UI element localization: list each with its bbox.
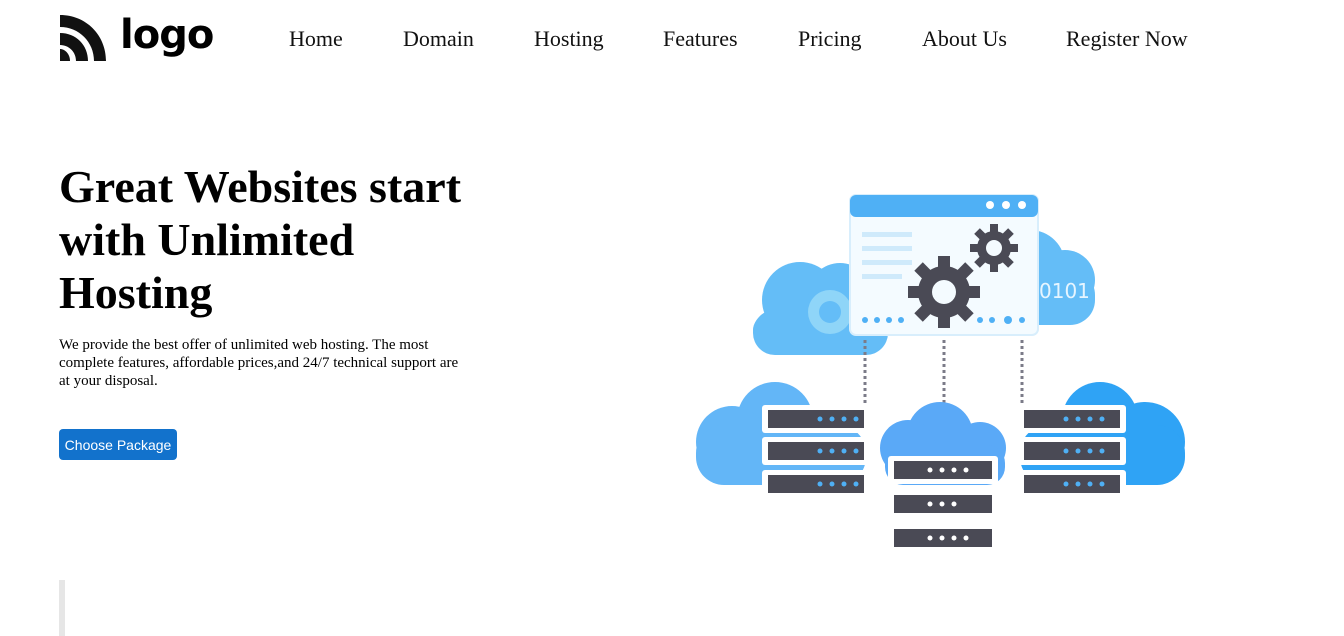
hero-description: We provide the best offer of unlimited w… bbox=[59, 337, 459, 389]
cloud-server-icon bbox=[1018, 382, 1185, 498]
hero-title: Great Websites start with Unlimited Host… bbox=[59, 161, 462, 318]
main-nav: Home Domain Hosting Features Pricing Abo… bbox=[0, 26, 1344, 54]
section-divider bbox=[59, 580, 65, 636]
nav-link-home[interactable]: Home bbox=[289, 26, 343, 52]
connector-lines bbox=[863, 340, 1024, 405]
nav-link-about-us[interactable]: About Us bbox=[922, 26, 1007, 52]
choose-package-button[interactable]: Choose Package bbox=[59, 429, 177, 460]
nav-link-features[interactable]: Features bbox=[663, 26, 738, 52]
gear-icon bbox=[970, 224, 1018, 272]
cloud-hosting-illustration: 0101 bbox=[696, 194, 1185, 552]
binary-text: 0101 bbox=[1039, 279, 1090, 303]
nav-link-hosting[interactable]: Hosting bbox=[534, 26, 604, 52]
nav-link-domain[interactable]: Domain bbox=[403, 26, 474, 52]
cloud-server-icon bbox=[880, 402, 1006, 552]
gear-icon bbox=[908, 256, 980, 328]
nav-link-pricing[interactable]: Pricing bbox=[798, 26, 862, 52]
nav-link-register-now[interactable]: Register Now bbox=[1066, 26, 1188, 52]
cloud-server-icon bbox=[696, 382, 870, 498]
